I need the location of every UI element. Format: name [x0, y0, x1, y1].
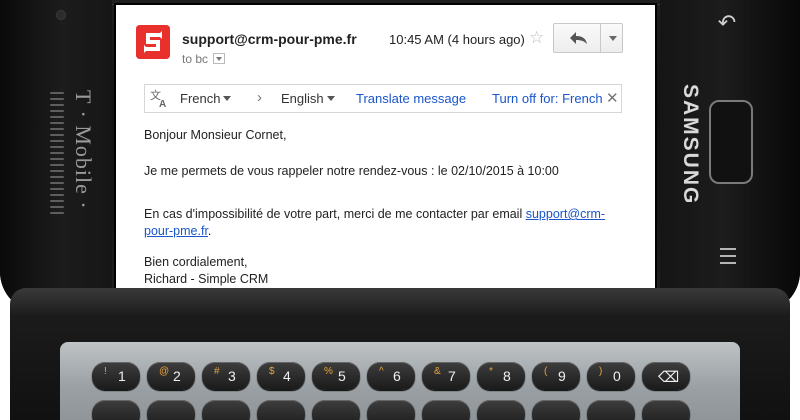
source-language-label: French [180, 91, 221, 106]
reply-button-group [553, 23, 623, 53]
body-greeting: Bonjour Monsieur Cornet, [144, 128, 287, 142]
close-icon[interactable]: ✕ [606, 89, 619, 107]
body-closing: Bien cordialement, [144, 255, 248, 269]
keyboard-key[interactable] [202, 400, 250, 420]
samsung-logo: SAMSUNG [679, 84, 702, 206]
body-paragraph-2-text: En cas d'impossibilité de votre part, me… [144, 207, 526, 221]
keyboard-key[interactable]: ) 0 [587, 362, 635, 390]
key-symbol-label: ( [544, 366, 548, 377]
key-main-label: 3 [228, 368, 236, 384]
keyboard-key[interactable] [532, 400, 580, 420]
chevron-down-icon [326, 96, 335, 101]
keyboard-key[interactable]: * 8 [477, 362, 525, 390]
keyboard-key[interactable]: & 7 [422, 362, 470, 390]
key-main-label: 5 [338, 368, 346, 384]
key-symbol-label: * [489, 366, 493, 377]
key-symbol-label: $ [269, 366, 275, 377]
body-signature: Richard - Simple CRM [144, 272, 269, 286]
key-main-label: 7 [448, 368, 456, 384]
reply-icon [570, 32, 587, 44]
email-timestamp: 10:45 AM (4 hours ago) [389, 32, 525, 47]
keyboard-key[interactable] [312, 400, 360, 420]
front-camera [56, 10, 66, 20]
keyboard-key[interactable]: % 5 [312, 362, 360, 390]
recipient-line[interactable]: to bc [182, 52, 226, 66]
reply-button[interactable] [554, 24, 601, 52]
source-language-select[interactable]: French [180, 91, 232, 106]
keyboard-key[interactable]: $4 [257, 362, 305, 390]
translate-bar: 文 A French › English Translate message T… [144, 84, 622, 113]
recipient-label: to bc [182, 52, 209, 66]
sender-email[interactable]: support@crm-pour-pme.fr [182, 31, 357, 47]
keyboard-key[interactable]: ! 1 [92, 362, 140, 390]
key-main-label: 8 [503, 368, 511, 384]
back-icon[interactable]: ↶ [715, 10, 739, 36]
body-paragraph-1: Je me permets de vous rappeler notre ren… [144, 164, 559, 178]
target-language-select[interactable]: English [281, 91, 335, 106]
body-paragraph-2-end: . [207, 223, 212, 238]
keyboard-row-1: ! 1 @2 #3 $4% 5 ^ 6 & 7 * 8(9) 0 ⌫ [92, 362, 690, 390]
speaker-grill [48, 92, 66, 222]
keyboard-key[interactable] [92, 400, 140, 420]
key-main-label: 4 [283, 368, 291, 384]
key-symbol-label: % [324, 366, 333, 377]
key-symbol-label: ! [104, 366, 107, 377]
key-main-label: ⌫ [658, 369, 680, 386]
translate-message-link[interactable]: Translate message [356, 91, 466, 106]
star-icon[interactable]: ☆ [529, 28, 544, 48]
email-header: support@crm-pour-pme.fr to bc 10:45 AM (… [116, 5, 655, 75]
home-button[interactable] [709, 100, 753, 184]
key-symbol-label: ^ [379, 366, 384, 377]
key-symbol-label: # [214, 366, 220, 377]
key-symbol-label: @ [159, 366, 170, 377]
chevron-down-icon [223, 96, 232, 101]
backspace-key[interactable]: ⌫ [642, 362, 690, 390]
key-symbol-label: ) [599, 366, 603, 377]
keyboard-key[interactable] [642, 400, 690, 420]
keyboard-key[interactable] [587, 400, 635, 420]
key-symbol-label: & [434, 366, 441, 377]
carrier-logo: T · Mobile · [71, 90, 96, 210]
more-options-button[interactable] [602, 24, 623, 52]
target-language-label: English [281, 91, 324, 106]
app-logo-icon [136, 25, 170, 59]
chevron-right-icon: › [257, 89, 262, 106]
keyboard-key[interactable]: ^ 6 [367, 362, 415, 390]
key-main-label: 0 [613, 368, 621, 384]
keyboard-key[interactable] [477, 400, 525, 420]
key-main-label: 1 [118, 368, 126, 384]
keyboard-key[interactable] [257, 400, 305, 420]
key-main-label: 2 [173, 368, 181, 384]
key-main-label: 6 [393, 368, 401, 384]
keyboard-key[interactable]: (9 [532, 362, 580, 390]
recipient-details-icon[interactable] [213, 53, 226, 64]
body-paragraph-2: En cas d'impossibilité de votre part, me… [144, 206, 634, 239]
translate-icon: 文 A [150, 88, 166, 110]
turn-off-translation-link[interactable]: Turn off for: French [492, 91, 603, 106]
keyboard-key[interactable] [422, 400, 470, 420]
svg-text:A: A [159, 99, 166, 110]
keyboard-key[interactable]: #3 [202, 362, 250, 390]
keyboard-row-2 [92, 400, 690, 420]
menu-icon[interactable] [720, 248, 740, 272]
phone-screen: support@crm-pour-pme.fr to bc 10:45 AM (… [116, 5, 655, 307]
key-main-label: 9 [558, 368, 566, 384]
keyboard-key[interactable] [367, 400, 415, 420]
keyboard-key[interactable]: @2 [147, 362, 195, 390]
keyboard-key[interactable] [147, 400, 195, 420]
